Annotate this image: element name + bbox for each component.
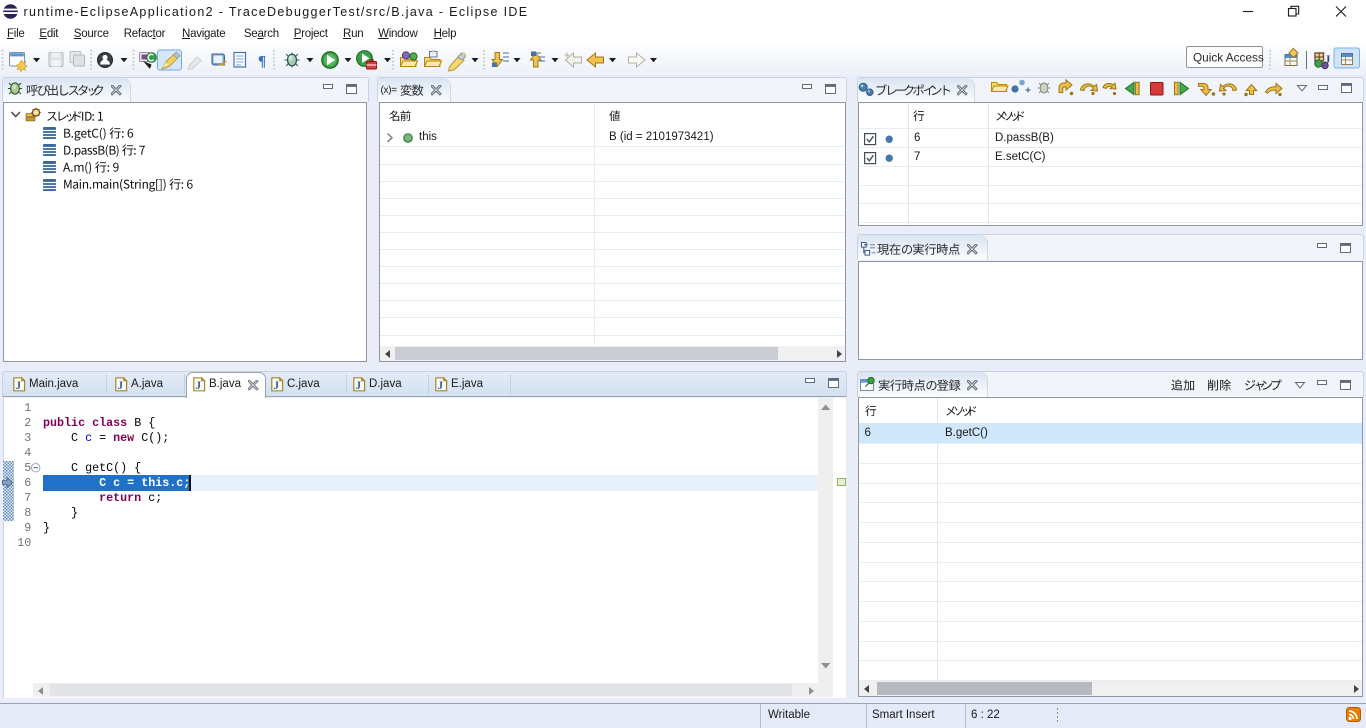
svg-text:¶: ¶ (258, 54, 266, 70)
svg-text:J: J (273, 380, 279, 392)
svg-text:J: J (117, 380, 123, 392)
svg-text:J: J (355, 380, 361, 392)
svg-text:Quick Access: Quick Access (1193, 51, 1264, 65)
svg-text:J: J (437, 380, 443, 392)
svg-text:J: J (195, 380, 201, 392)
svg-text:J: J (15, 380, 21, 392)
